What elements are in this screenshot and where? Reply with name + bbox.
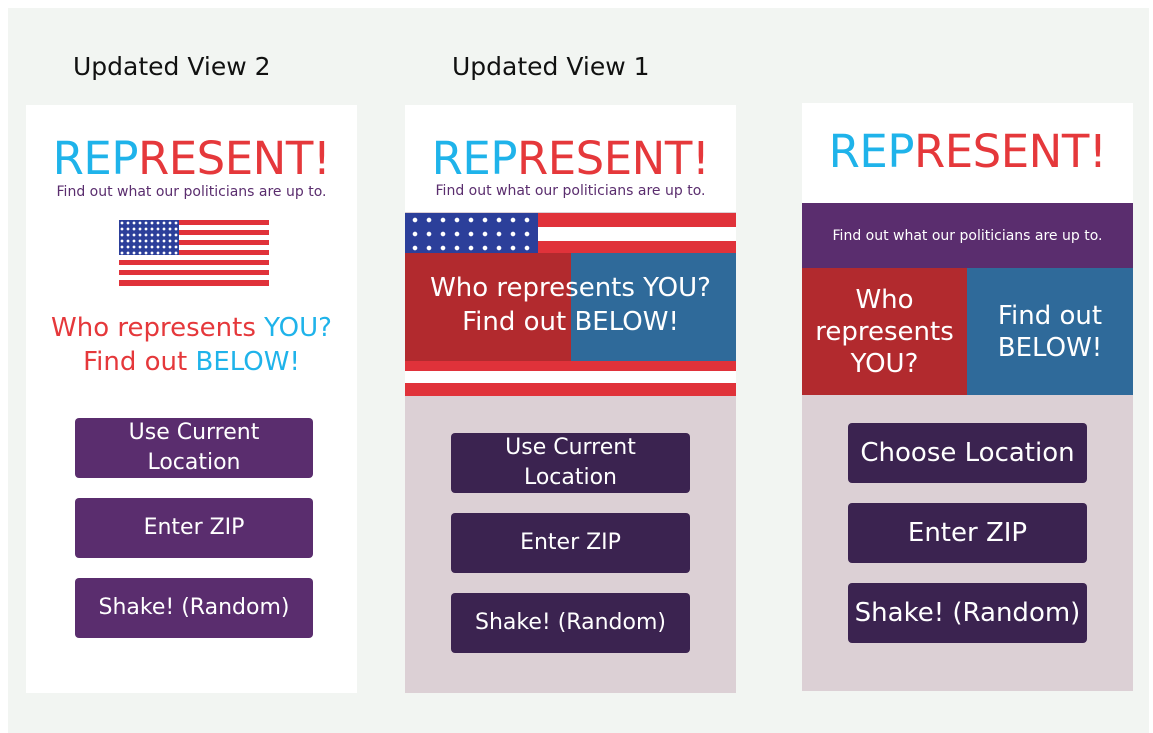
prompt-line1: Who represents YOU? [430,273,711,303]
button-label: Choose Location [860,438,1075,468]
prompt-line2-below: BELOW! [195,347,300,377]
flag-hero: Who represents YOU? Find out BELOW! [405,213,736,396]
view-label-updated-view-1: Updated View 1 [452,52,650,81]
app-title: REPRESENT! [26,134,357,184]
tagline-banner: Find out what our politicians are up to. [802,203,1133,268]
us-flag-image [119,220,269,286]
button-label: Enter ZIP [520,530,621,555]
enter-zip-button[interactable]: Enter ZIP [848,503,1087,563]
phone-updated-view-1: REPRESENT! Find out what our politicians… [405,105,736,693]
phone-updated-view-2: REPRESENT! Find out what our politicians… [26,105,357,693]
button-label: Shake! (Random) [854,598,1081,628]
tagline: Find out what our politicians are up to. [435,183,706,199]
enter-zip-button[interactable]: Enter ZIP [75,498,313,558]
app-title: REPRESENT! [405,134,736,184]
choose-location-button[interactable]: Choose Location [848,423,1087,483]
button-label: Shake! (Random) [475,610,666,635]
shake-random-button[interactable]: Shake! (Random) [848,583,1087,643]
right-prompt-panel: Find out BELOW! [967,268,1133,395]
app-title-rep: REP [828,125,915,178]
shake-random-button[interactable]: Shake! (Random) [451,593,690,653]
prompt-line1-you: YOU? [264,313,332,343]
enter-zip-button[interactable]: Enter ZIP [451,513,690,573]
phone-view-3: REPRESENT! Find out what our politicians… [802,103,1133,691]
left-panel-line3: YOU? [850,348,919,379]
left-panel-line1: Who [855,284,914,315]
button-label: Shake! (Random) [98,595,290,620]
app-title: REPRESENT! [802,127,1133,177]
tagline: Find out what our politicians are up to. [56,184,327,200]
left-prompt-panel: Who represents YOU? [802,268,967,395]
button-label-line2: Location [523,465,618,490]
app-title-rep: REP [52,132,139,185]
right-panel-line1: Find out [997,300,1103,331]
button-label-line1: Use Current [128,420,260,445]
button-label-line2: Location [147,450,241,475]
app-title-resent: RESENT! [516,132,710,185]
use-current-location-button[interactable]: Use Current Location [451,433,690,493]
button-label: Enter ZIP [907,518,1028,548]
view-label-updated-view-2: Updated View 2 [73,52,271,81]
prompt-line2-text: Find out [83,347,196,377]
app-title-resent: RESENT! [137,132,331,185]
button-label: Enter ZIP [143,515,245,540]
left-panel-line2: represents [815,316,954,347]
use-current-location-button[interactable]: Use Current Location [75,418,313,478]
shake-random-button[interactable]: Shake! (Random) [75,578,313,638]
prompt-line2: Find out BELOW! [462,307,679,337]
prompt-text: Who represents YOU? Find out BELOW! [26,311,357,379]
button-label-line1: Use Current [505,435,636,460]
tagline: Find out what our politicians are up to. [832,227,1103,244]
app-title-rep: REP [431,132,518,185]
right-panel-line2: BELOW! [997,332,1103,363]
app-title-resent: RESENT! [913,125,1107,178]
prompt-text: Who represents YOU? Find out BELOW! [405,271,736,339]
prompt-line1-text: Who represents [51,313,265,343]
